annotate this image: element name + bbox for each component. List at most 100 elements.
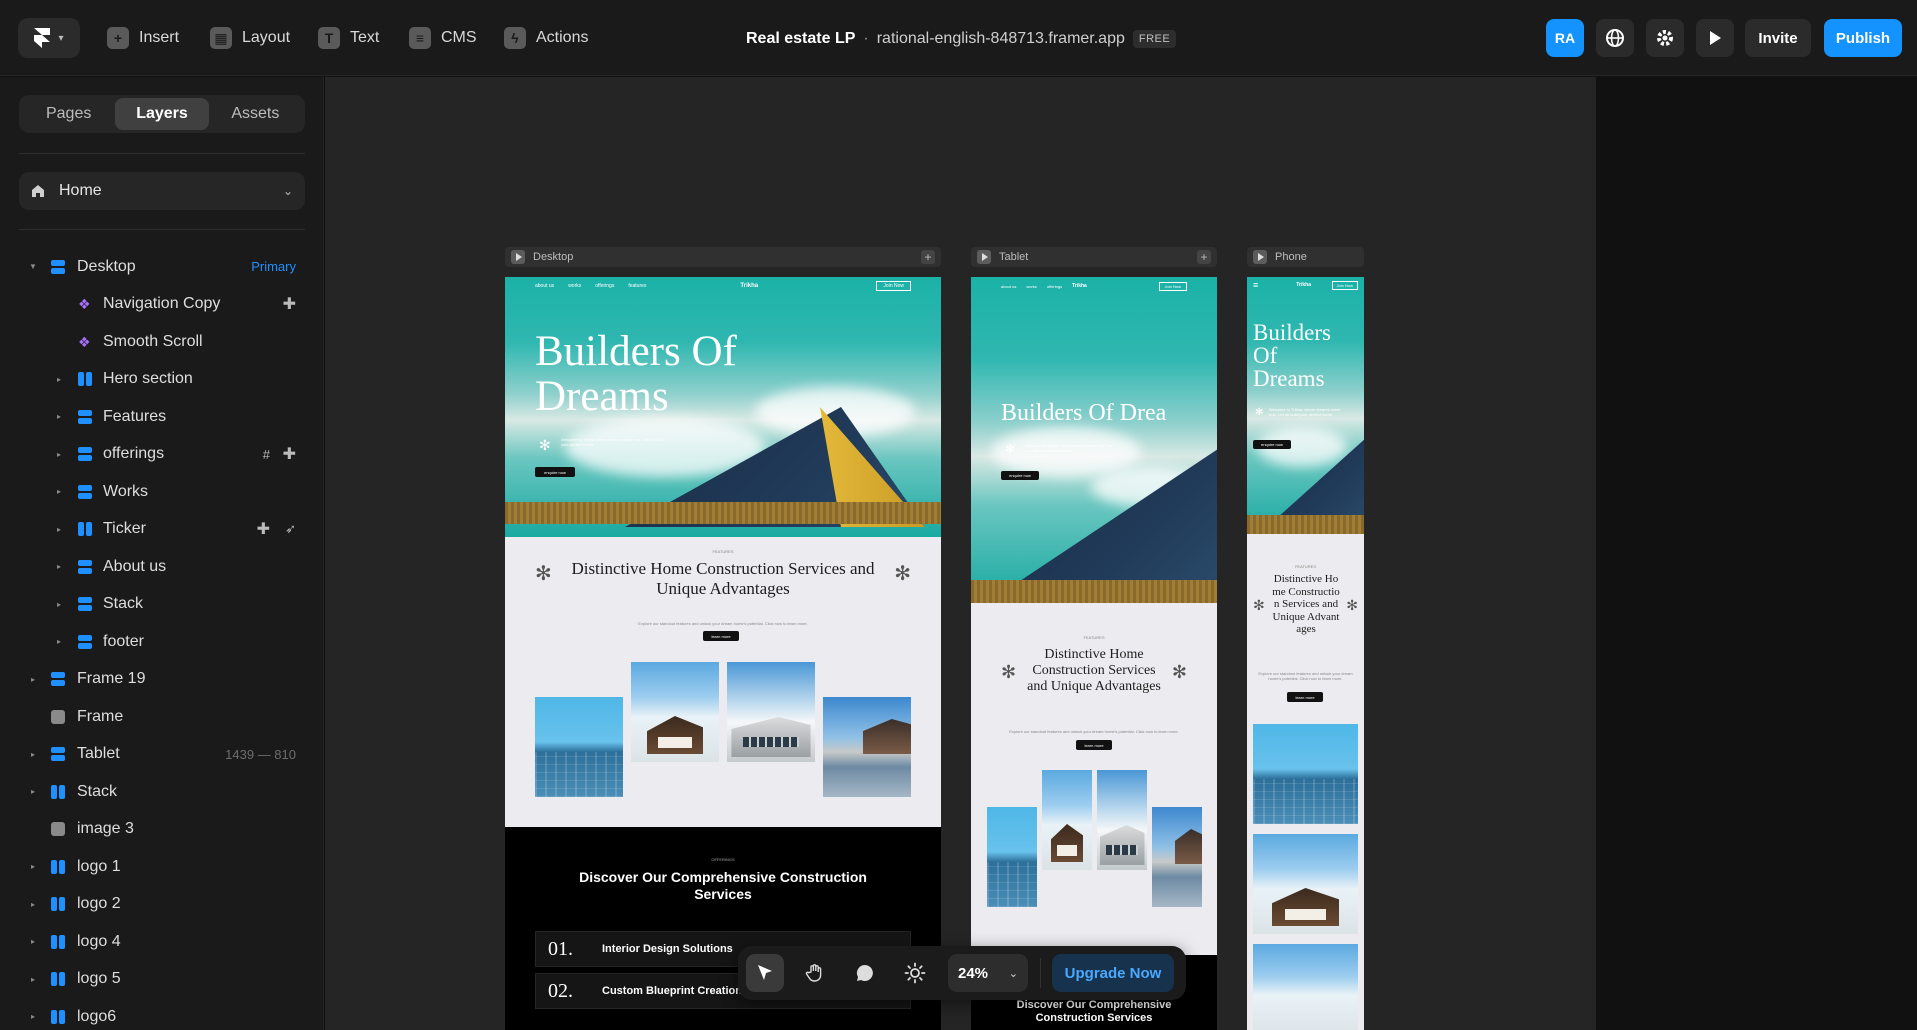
layer-logo6[interactable]: ▸ logo6 — [0, 998, 323, 1030]
layer-logo-5[interactable]: ▸ logo 5 — [0, 961, 323, 999]
layer-stack[interactable]: ▸ Stack — [0, 586, 323, 624]
chevron-down-icon: ⌄ — [1008, 967, 1018, 980]
site-logo[interactable]: Trikha — [1296, 282, 1311, 288]
settings-button[interactable] — [1646, 19, 1684, 57]
play-icon[interactable] — [1253, 250, 1267, 264]
add-icon[interactable]: + — [921, 250, 935, 264]
layer-navigation-copy[interactable]: ❖ Navigation Copy ✚ — [0, 286, 323, 324]
layer-smooth-scroll[interactable]: ❖ Smooth Scroll — [0, 323, 323, 361]
tab-pages[interactable]: Pages — [22, 98, 115, 130]
join-now-button[interactable]: Join Now — [1158, 281, 1187, 291]
cursor-icon[interactable]: ➶ — [285, 521, 296, 537]
publish-button[interactable]: Publish — [1824, 19, 1902, 57]
layer-works[interactable]: ▸ Works — [0, 473, 323, 511]
caret-right-icon[interactable]: ▸ — [54, 412, 64, 421]
enquire-button[interactable]: enquire now — [1253, 440, 1291, 449]
layer-stack-2[interactable]: ▸ Stack — [0, 773, 323, 811]
caret-right-icon[interactable]: ▸ — [28, 750, 38, 759]
learn-more-button[interactable]: learn more — [1287, 692, 1323, 702]
desktop-frame[interactable]: about us works offerings features Trikha… — [505, 277, 941, 1030]
hero-subtitle: Welcome to Trikha, where dreams come tru… — [1025, 443, 1113, 453]
cms-button[interactable]: ≡ CMS — [409, 24, 477, 52]
caret-right-icon[interactable]: ▸ — [54, 637, 64, 646]
page-selector[interactable]: Home ⌄ — [19, 172, 305, 210]
enquire-button[interactable]: enquire now — [535, 467, 575, 477]
layer-features[interactable]: ▸ Features — [0, 398, 323, 436]
caret-down-icon[interactable]: ▼ — [28, 262, 38, 271]
layer-desktop[interactable]: ▼ Desktop Primary — [0, 248, 323, 286]
desktop-frame-label[interactable]: Desktop + — [505, 247, 941, 267]
actions-button[interactable]: ϟ Actions — [504, 24, 588, 52]
hand-tool-button[interactable] — [796, 954, 834, 992]
invite-button[interactable]: Invite — [1745, 19, 1811, 57]
caret-right-icon[interactable]: ▸ — [28, 862, 38, 871]
layer-tablet[interactable]: ▸ Tablet 1439 — 810 — [0, 736, 323, 774]
project-name: Real estate LP — [746, 30, 856, 47]
layer-image-3[interactable]: image 3 — [0, 811, 323, 849]
text-button[interactable]: T Text — [318, 24, 379, 52]
site-nav: ≡ Trikha Join Now — [1247, 277, 1364, 293]
caret-right-icon[interactable]: ▸ — [54, 600, 64, 609]
project-title[interactable]: Real estate LP · rational-english-848713… — [746, 26, 1177, 52]
hero-section: about us works offerings Trikha Join Now… — [971, 277, 1217, 603]
comment-tool-button[interactable] — [846, 954, 884, 992]
layer-about-us[interactable]: ▸ About us — [0, 548, 323, 586]
select-tool-button[interactable] — [746, 954, 784, 992]
caret-right-icon[interactable]: ▸ — [28, 1012, 38, 1021]
caret-right-icon[interactable]: ▸ — [54, 487, 64, 496]
layer-ticker[interactable]: ▸ Ticker ✚ ➶ — [0, 511, 323, 549]
grid-icon[interactable]: # — [263, 447, 270, 462]
layer-logo-1[interactable]: ▸ logo 1 — [0, 848, 323, 886]
site-logo[interactable]: Trikha — [1072, 283, 1087, 289]
layer-frame[interactable]: Frame — [0, 698, 323, 736]
caret-right-icon[interactable]: ▸ — [54, 525, 64, 534]
add-icon[interactable]: ✚ — [257, 519, 270, 539]
layer-logo-2[interactable]: ▸ logo 2 — [0, 886, 323, 924]
insert-button[interactable]: + Insert — [107, 24, 179, 52]
join-now-button[interactable]: Join Now — [1331, 280, 1358, 290]
user-avatar[interactable]: RA — [1546, 19, 1584, 57]
play-icon[interactable] — [511, 250, 525, 264]
layer-offerings[interactable]: ▸ offerings # ✚ — [0, 436, 323, 474]
caret-right-icon[interactable]: ▸ — [28, 675, 38, 684]
tab-assets[interactable]: Assets — [209, 98, 302, 130]
play-icon[interactable] — [977, 250, 991, 264]
photo-house — [1253, 834, 1358, 934]
join-now-button[interactable]: Join Now — [876, 281, 911, 291]
tablet-frame-label[interactable]: Tablet + — [971, 247, 1217, 267]
add-icon[interactable]: + — [1197, 250, 1211, 264]
caret-right-icon[interactable]: ▸ — [54, 450, 64, 459]
learn-more-button[interactable]: learn more — [703, 631, 739, 641]
layer-footer[interactable]: ▸ footer — [0, 623, 323, 661]
preview-button[interactable] — [1696, 19, 1734, 57]
caret-right-icon[interactable]: ▸ — [28, 975, 38, 984]
site-logo[interactable]: Trikha — [740, 283, 758, 289]
caret-right-icon[interactable]: ▸ — [28, 787, 38, 796]
caret-right-icon[interactable]: ▸ — [54, 375, 64, 384]
add-icon[interactable]: ✚ — [283, 444, 296, 464]
design-canvas[interactable]: Desktop + Tablet + Phone about us works … — [325, 77, 1596, 1030]
layout-button[interactable]: ▦ Layout — [210, 24, 290, 52]
enquire-button[interactable]: enquire now — [1001, 471, 1039, 480]
phone-frame[interactable]: ≡ Trikha Join Now Builders Of Dreams ✻ W… — [1247, 277, 1364, 1030]
plus-icon: + — [107, 27, 129, 49]
caret-right-icon[interactable]: ▸ — [28, 937, 38, 946]
caret-right-icon[interactable]: ▸ — [54, 562, 64, 571]
framer-menu-button[interactable]: ▾ — [18, 18, 80, 58]
zoom-level-select[interactable]: 24% ⌄ — [948, 954, 1028, 992]
phone-frame-label[interactable]: Phone — [1247, 247, 1364, 267]
add-icon[interactable]: ✚ — [283, 294, 296, 314]
tablet-frame[interactable]: about us works offerings Trikha Join Now… — [971, 277, 1217, 1030]
theme-toggle-button[interactable] — [896, 954, 934, 992]
stack-icon — [78, 447, 92, 462]
hamburger-menu-icon[interactable]: ≡ — [1253, 280, 1258, 290]
site-settings-button[interactable] — [1596, 19, 1634, 57]
offerings-title: Discover Our Comprehensive Construction … — [579, 869, 867, 902]
layer-hero-section[interactable]: ▸ Hero section — [0, 361, 323, 399]
layer-frame-19[interactable]: ▸ Frame 19 — [0, 661, 323, 699]
tab-layers[interactable]: Layers — [115, 98, 209, 130]
layer-logo-4[interactable]: ▸ logo 4 — [0, 923, 323, 961]
learn-more-button[interactable]: learn more — [1076, 740, 1112, 750]
upgrade-now-button[interactable]: Upgrade Now — [1052, 954, 1174, 992]
caret-right-icon[interactable]: ▸ — [28, 900, 38, 909]
